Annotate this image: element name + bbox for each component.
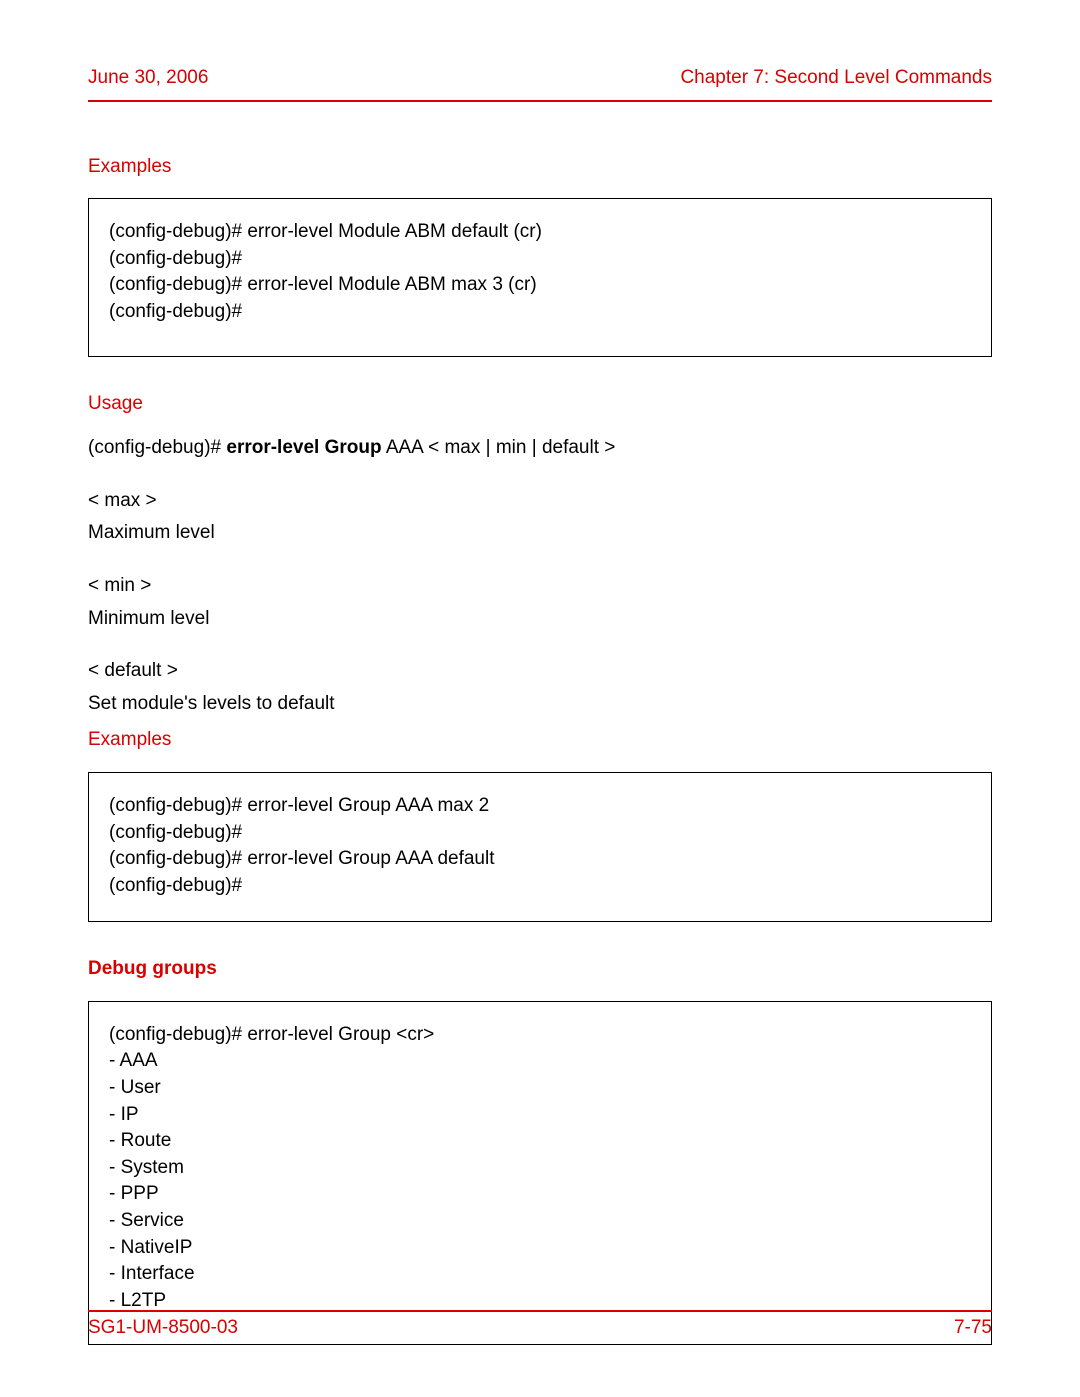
usage-bold: error-level Group [226,437,381,458]
header-chapter: Chapter 7: Second Level Commands [680,65,992,92]
usage-suffix: AAA < max | min | default > [382,437,616,458]
option-default-desc: Set module's levels to default [88,691,992,718]
option-min-desc: Minimum level [88,606,992,633]
footer-doc-id: SG1-UM-8500-03 [88,1315,238,1342]
heading-usage: Usage [88,391,992,418]
page-header: June 30, 2006 Chapter 7: Second Level Co… [88,65,992,102]
footer-page-number: 7-75 [954,1315,992,1342]
option-max-header: < max > [88,488,992,515]
code-box-debug-groups: (config-debug)# error-level Group <cr> -… [88,1001,992,1346]
heading-examples-1: Examples [88,154,992,181]
option-min-header: < min > [88,573,992,600]
header-date: June 30, 2006 [88,65,208,92]
page-footer: SG1-UM-8500-03 7-75 [88,1315,992,1342]
heading-debug-groups: Debug groups [88,956,992,983]
usage-syntax-line: (config-debug)# error-level Group AAA < … [88,435,992,462]
code-box-examples-2: (config-debug)# error-level Group AAA ma… [88,772,992,922]
code-box-examples-1: (config-debug)# error-level Module ABM d… [88,198,992,356]
option-default-header: < default > [88,658,992,685]
heading-examples-2: Examples [88,727,992,754]
usage-prefix: (config-debug)# [88,437,226,458]
footer-rule [88,1310,992,1312]
option-max-desc: Maximum level [88,520,992,547]
